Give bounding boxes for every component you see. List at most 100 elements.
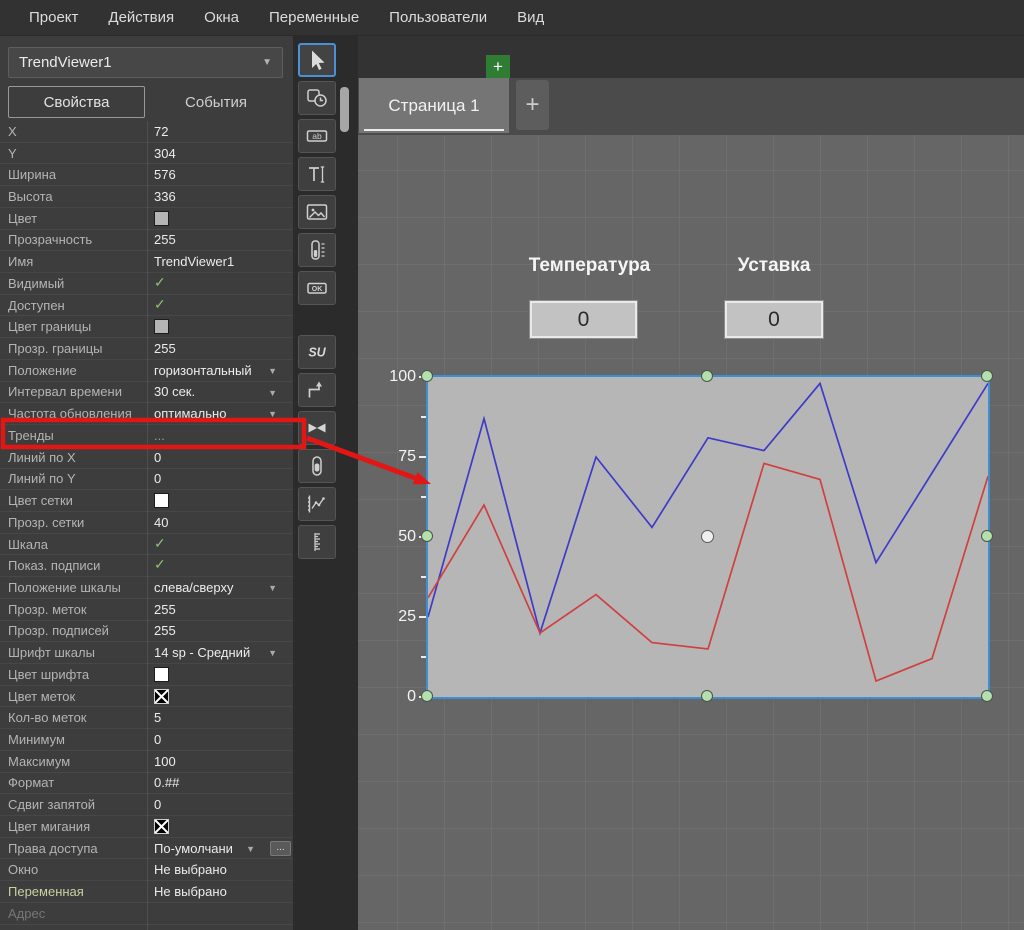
property-value[interactable]: По-умолчани bbox=[154, 841, 233, 856]
property-value[interactable]: 0 bbox=[154, 797, 161, 812]
chevron-down-icon[interactable]: ▼ bbox=[268, 388, 277, 398]
ruler-icon bbox=[305, 530, 329, 554]
property-value[interactable]: TrendViewer1 bbox=[154, 254, 234, 269]
property-value[interactable]: 304 bbox=[154, 146, 176, 161]
property-label: Максимум bbox=[8, 754, 143, 769]
checkmark-icon[interactable]: ✓ bbox=[154, 556, 166, 573]
trend-blue-line bbox=[428, 383, 988, 633]
property-label: Прозр. меток bbox=[8, 602, 143, 617]
pipe-tool-button[interactable] bbox=[298, 373, 336, 407]
property-label: Интервал времени bbox=[8, 384, 143, 399]
setpoint-label-widget[interactable]: Уставка bbox=[733, 255, 815, 277]
selection-handle[interactable] bbox=[981, 690, 993, 702]
checkmark-icon[interactable]: ✓ bbox=[154, 535, 166, 552]
toolbar-scrollbar[interactable] bbox=[340, 87, 349, 132]
property-value[interactable]: 255 bbox=[154, 341, 176, 356]
chevron-down-icon[interactable]: ▼ bbox=[268, 583, 277, 593]
ok-button-tool-button[interactable]: OK bbox=[298, 271, 336, 305]
property-value[interactable]: Не выбрано bbox=[154, 862, 227, 877]
property-label: Прозр. подписей bbox=[8, 623, 143, 638]
setpoint-value-box[interactable]: 0 bbox=[725, 301, 823, 338]
page-tab-bar: Страница 1 + bbox=[358, 78, 1024, 135]
property-value[interactable]: горизонтальный bbox=[154, 363, 252, 378]
temperature-value-box[interactable]: 0 bbox=[530, 301, 637, 338]
design-canvas[interactable]: Температура Уставка 0 0 1007550250 bbox=[358, 135, 1024, 930]
checkmark-icon[interactable]: ✓ bbox=[154, 274, 166, 291]
more-options-button[interactable]: ... bbox=[270, 841, 291, 856]
menu-item-5[interactable]: Вид bbox=[502, 0, 559, 36]
selection-handle[interactable] bbox=[981, 370, 993, 382]
object-selector-dropdown[interactable]: TrendViewer1 ▼ bbox=[8, 47, 283, 78]
svg-text:OK: OK bbox=[312, 286, 323, 293]
property-value[interactable]: 30 сек. bbox=[154, 384, 195, 399]
color-swatch[interactable] bbox=[154, 689, 169, 704]
select-tool-button[interactable] bbox=[298, 43, 336, 77]
property-value[interactable]: 336 bbox=[154, 189, 176, 204]
color-swatch[interactable] bbox=[154, 319, 169, 334]
chevron-down-icon[interactable]: ▼ bbox=[268, 366, 277, 376]
property-label: Кол-во меток bbox=[8, 710, 143, 725]
gauge-tool-button[interactable] bbox=[298, 233, 336, 267]
property-value[interactable]: 255 bbox=[154, 232, 176, 247]
y-axis-tick-label: 75 bbox=[376, 448, 416, 466]
property-value[interactable]: 72 bbox=[154, 124, 168, 139]
chevron-down-icon[interactable]: ▼ bbox=[268, 409, 277, 419]
property-value[interactable]: 5 bbox=[154, 710, 161, 725]
menu-item-0[interactable]: Проект bbox=[14, 0, 93, 36]
property-value[interactable]: Не выбрано bbox=[154, 884, 227, 899]
property-value[interactable]: 576 bbox=[154, 167, 176, 182]
menu-item-1[interactable]: Действия bbox=[93, 0, 189, 36]
logo-tool-button[interactable]: SU bbox=[298, 335, 336, 369]
selection-handle[interactable] bbox=[421, 370, 433, 382]
text-tool-button[interactable] bbox=[298, 157, 336, 191]
ruler-tool-button[interactable] bbox=[298, 525, 336, 559]
property-label: Показ. подписи bbox=[8, 558, 143, 573]
menu-item-2[interactable]: Окна bbox=[189, 0, 254, 36]
property-label: Цвет bbox=[8, 211, 143, 226]
page-tab-active[interactable]: Страница 1 bbox=[359, 78, 509, 133]
selection-handle[interactable] bbox=[981, 530, 993, 542]
image-tool-button[interactable] bbox=[298, 195, 336, 229]
center-handle[interactable] bbox=[701, 530, 714, 543]
tab-events[interactable]: События bbox=[147, 86, 285, 118]
valve-tool-button[interactable] bbox=[298, 411, 336, 445]
chevron-down-icon[interactable]: ▼ bbox=[268, 648, 277, 658]
label-tool-button[interactable]: ab bbox=[298, 119, 336, 153]
color-swatch[interactable] bbox=[154, 667, 169, 682]
capsule-tool-button[interactable] bbox=[298, 449, 336, 483]
color-swatch[interactable] bbox=[154, 211, 169, 226]
shapes-clock-icon bbox=[305, 86, 329, 110]
tab-properties[interactable]: Свойства bbox=[8, 86, 145, 118]
chevron-down-icon[interactable]: ▼ bbox=[246, 844, 255, 854]
temperature-label-widget[interactable]: Температура bbox=[527, 255, 652, 277]
color-swatch[interactable] bbox=[154, 493, 169, 508]
selection-handle[interactable] bbox=[701, 370, 713, 382]
property-value[interactable]: 0 bbox=[154, 450, 161, 465]
property-label: Тренды bbox=[8, 428, 143, 443]
trend-viewer-widget[interactable] bbox=[428, 377, 988, 697]
timer-shape-tool-button[interactable] bbox=[298, 81, 336, 115]
property-value[interactable]: слева/сверху bbox=[154, 580, 234, 595]
trend-tool-button[interactable] bbox=[298, 487, 336, 521]
ok-button-icon: OK bbox=[305, 276, 329, 300]
add-page-button[interactable]: + bbox=[486, 55, 510, 78]
property-value[interactable]: 0 bbox=[154, 471, 161, 486]
chevron-down-icon: ▼ bbox=[262, 57, 272, 68]
property-value[interactable]: 255 bbox=[154, 623, 176, 638]
property-value[interactable]: 40 bbox=[154, 515, 168, 530]
menu-item-4[interactable]: Пользователи bbox=[374, 0, 502, 36]
property-value[interactable]: 0 bbox=[154, 732, 161, 747]
property-value[interactable]: 255 bbox=[154, 602, 176, 617]
menu-item-3[interactable]: Переменные bbox=[254, 0, 374, 36]
property-value[interactable]: 0.## bbox=[154, 775, 179, 790]
selection-handle[interactable] bbox=[421, 690, 433, 702]
property-value[interactable]: 100 bbox=[154, 754, 176, 769]
checkmark-icon[interactable]: ✓ bbox=[154, 296, 166, 313]
new-page-tab-button[interactable]: + bbox=[516, 80, 549, 130]
selection-handle[interactable] bbox=[701, 690, 713, 702]
selection-handle[interactable] bbox=[421, 530, 433, 542]
color-swatch[interactable] bbox=[154, 819, 169, 834]
property-value[interactable]: оптимально bbox=[154, 406, 226, 421]
property-value[interactable]: 14 sp - Средний bbox=[154, 645, 250, 660]
property-value[interactable]: ... bbox=[154, 428, 165, 443]
